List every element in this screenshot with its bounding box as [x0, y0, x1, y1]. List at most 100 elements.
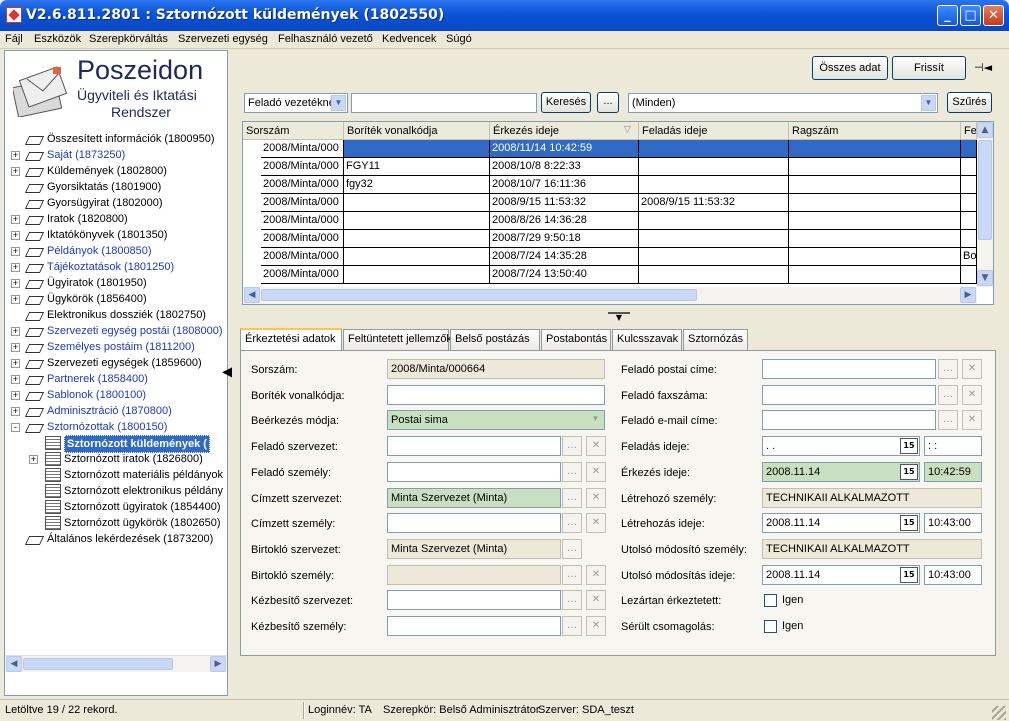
column-header[interactable]: Érkezés ideje [490, 122, 639, 140]
tree-item[interactable]: + Szervezeti egységek (1859600) [5, 355, 227, 371]
tree-item[interactable]: + Iratok (1820800) [5, 211, 227, 227]
clear-icon[interactable]: ✕ [586, 461, 606, 482]
table-row[interactable]: 2008/Minta/000 2008/7/24 13:50:40 [261, 266, 977, 284]
scroll-right-icon[interactable]: ▶ [960, 287, 976, 303]
scroll-down-icon[interactable]: ▼ [977, 270, 993, 286]
date-input[interactable]: 2008.11.14 [762, 461, 920, 482]
tree-child-item[interactable]: Sztornózott materiális példányok [5, 467, 227, 483]
scroll-thumb[interactable] [261, 289, 697, 301]
expand-toggle-icon[interactable]: + [11, 231, 20, 240]
tree-child-item[interactable]: Sztornózott küldemények ( [5, 435, 227, 453]
expand-toggle-icon[interactable]: + [11, 151, 20, 160]
table-row[interactable]: 2008/Minta/000 2008/7/29 9:50:18 [261, 230, 977, 248]
expand-toggle-icon[interactable]: + [11, 263, 20, 272]
tree-item[interactable]: + Partnerek (1858400) [5, 371, 227, 387]
tree-child-item[interactable]: + Sztornózott iratok (1826800) [5, 451, 227, 467]
field-input[interactable]: Minta Szervezet (Minta) [387, 487, 561, 508]
browse-button[interactable]: … [562, 513, 582, 534]
tab-4[interactable]: Postabontás [541, 329, 611, 350]
collapse-panel-icon[interactable]: ◀ [222, 360, 233, 384]
expand-toggle-icon[interactable]: + [29, 455, 38, 464]
tree-item[interactable]: Elektronikus dossziék (1802750) [5, 307, 227, 323]
calendar-icon[interactable]: 15 [900, 566, 918, 583]
tree-horizontal-scrollbar[interactable]: ◀ ▶ [5, 655, 227, 672]
calendar-icon[interactable]: 15 [900, 463, 918, 480]
title-bar[interactable]: V2.6.811.2801 : Sztornózott küldemények … [0, 0, 1009, 31]
tree-item[interactable]: + Adminisztráció (1870800) [5, 403, 227, 419]
clear-icon[interactable]: ✕ [586, 436, 606, 457]
tree-child-item[interactable]: Sztornózott elektronikus példány [5, 483, 227, 499]
minimize-button[interactable]: _ [937, 5, 958, 26]
table-row[interactable]: 2008/Minta/000 FGY11 2008/10/8 8:22:33 [261, 158, 977, 176]
field-input[interactable] [762, 359, 936, 379]
expand-toggle-icon[interactable]: + [11, 295, 20, 304]
table-row[interactable]: 2008/Minta/000 2008/8/26 14:36:28 [261, 212, 977, 230]
expand-toggle-icon[interactable]: + [11, 359, 20, 368]
expand-toggle-icon[interactable]: + [11, 327, 20, 336]
tree-item[interactable]: Összesített információk (1800950) [5, 131, 227, 147]
checkbox[interactable] [764, 594, 777, 608]
browse-button[interactable]: … [562, 616, 582, 636]
date-input[interactable]: . . [762, 436, 920, 457]
column-header[interactable]: Sorszám [243, 122, 344, 140]
table-row[interactable]: 2008/Minta/000 2008/7/24 14:35:28 Bol [261, 248, 977, 266]
scroll-left-icon[interactable]: ◀ [244, 287, 260, 303]
field-input[interactable] [387, 590, 561, 611]
tree-item[interactable]: + Küldemények (1802800) [5, 163, 227, 179]
expand-toggle-icon[interactable]: + [11, 167, 20, 176]
browse-button[interactable]: … [562, 564, 582, 585]
all-data-button[interactable]: Összes adat [812, 56, 888, 80]
checkbox[interactable] [764, 620, 777, 633]
tree-item[interactable]: + Szervezeti egység postái (1808000) [5, 323, 227, 339]
scroll-up-icon[interactable]: ▲ [977, 122, 993, 138]
clear-icon[interactable]: ✕ [586, 590, 606, 611]
browse-button[interactable]: … [562, 538, 582, 559]
calendar-icon[interactable]: 15 [900, 515, 918, 532]
expand-toggle-icon[interactable]: + [11, 391, 20, 400]
tree-item[interactable]: + Sablonok (1800100) [5, 387, 227, 403]
browse-button[interactable]: … [938, 359, 958, 379]
tree-item[interactable]: + Tájékoztatások (1801250) [5, 259, 227, 275]
tree-item[interactable]: + Saját (1873250) [5, 147, 227, 163]
grid-vertical-scrollbar[interactable]: ▲ ▼ [977, 122, 993, 287]
scroll-thumb[interactable] [23, 658, 173, 670]
date-input[interactable]: 2008.11.14 [762, 513, 920, 534]
field-input[interactable] [387, 616, 561, 636]
menu-help[interactable]: Súgó [446, 33, 472, 45]
column-header[interactable]: Feladás ideje [639, 122, 789, 140]
browse-button[interactable]: … [562, 461, 582, 482]
field-input[interactable] [387, 513, 561, 534]
menu-favorites[interactable]: Kedvencek [382, 33, 436, 45]
tab-1[interactable]: Érkeztetési adatok [240, 328, 342, 351]
tree-child-item[interactable]: Sztornózott ügykörök (1802650) [5, 515, 227, 531]
menu-user-leader[interactable]: Felhasználó vezető [278, 33, 373, 45]
clear-icon[interactable]: ✕ [586, 513, 606, 534]
tree-item[interactable]: + Példányok (1800850) [5, 243, 227, 259]
splitter-down-icon[interactable]: ▼ [608, 312, 630, 322]
tree-item[interactable]: Általános lekérdezések (1873200) [5, 531, 227, 547]
tree-item[interactable]: Gyorsiktatás (1801900) [5, 179, 227, 195]
browse-button[interactable]: … [562, 436, 582, 457]
search-input[interactable] [351, 93, 537, 113]
time-input[interactable]: : : [924, 436, 982, 457]
close-button[interactable]: ✕ [983, 5, 1004, 26]
filter-select[interactable]: (Minden) ▼ [628, 93, 938, 113]
expand-toggle-icon[interactable]: + [11, 375, 20, 384]
search-button[interactable]: Keresés [541, 92, 591, 113]
column-header[interactable]: Boríték vonalkódja [344, 122, 490, 140]
more-options-button[interactable]: ... [597, 92, 619, 113]
tree-child-item[interactable]: Sztornózott ügyiratok (1854400) [5, 499, 227, 515]
column-header[interactable]: Ragszám [789, 122, 961, 140]
clear-icon[interactable]: ✕ [586, 564, 606, 585]
search-field-select[interactable]: Feladó vezetékne ▼ [244, 93, 348, 113]
tree-item[interactable]: + Ügyiratok (1801950) [5, 275, 227, 291]
expand-toggle-icon[interactable]: + [11, 215, 20, 224]
menu-tools[interactable]: Eszközök [34, 33, 81, 45]
clear-icon[interactable]: ✕ [586, 487, 606, 508]
browse-button[interactable]: … [562, 590, 582, 611]
table-row[interactable]: 2008/Minta/000 fgy32 2008/10/7 16:11:36 [261, 176, 977, 194]
clear-icon[interactable]: ✕ [962, 384, 982, 405]
tree-item[interactable]: + Személyes postáim (1811200) [5, 339, 227, 355]
clear-icon[interactable]: ✕ [586, 616, 606, 636]
refresh-button[interactable]: Frissít [892, 56, 966, 80]
